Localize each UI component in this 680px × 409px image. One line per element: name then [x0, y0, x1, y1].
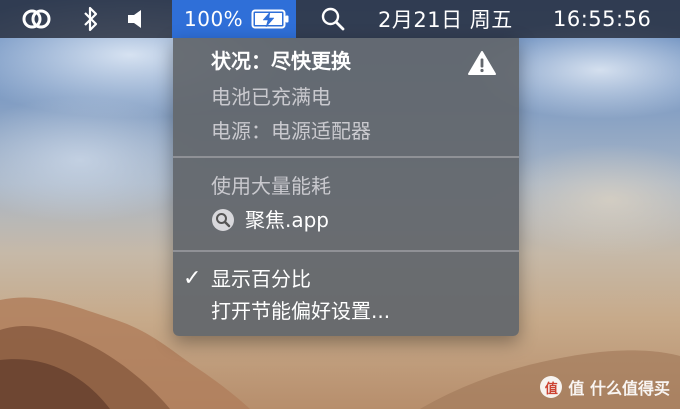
- menu-bar: 100% 2月21日 周五 16:55:56: [0, 0, 680, 38]
- bluetooth-menu[interactable]: [82, 0, 100, 38]
- volume-icon: [126, 8, 146, 30]
- creative-cloud-icon: [20, 7, 54, 31]
- volume-menu[interactable]: [126, 0, 146, 38]
- battery-charging-icon: [251, 8, 291, 30]
- creative-cloud-menu[interactable]: [20, 0, 54, 38]
- battery-menu-button[interactable]: 100%: [172, 0, 296, 38]
- spotlight-app-icon: [211, 208, 235, 236]
- menu-separator: [173, 250, 519, 252]
- show-percentage-item[interactable]: 显示百分比: [211, 266, 311, 292]
- battery-dropdown-menu: 状况：尽快更换 电池已充满电 电源：电源适配器 使用大量能耗 聚焦.app ✓ …: [173, 38, 519, 336]
- spotlight-menu[interactable]: [320, 0, 346, 38]
- menu-separator: [173, 156, 519, 158]
- date-display[interactable]: 2月21日 周五: [378, 0, 513, 38]
- significant-energy-header: 使用大量能耗: [211, 174, 331, 198]
- spotlight-search-icon: [320, 6, 346, 32]
- bluetooth-icon: [82, 6, 100, 32]
- watermark: 值 值 什么值得买: [540, 375, 670, 399]
- warning-icon: [467, 50, 497, 80]
- battery-condition-status: 状况：尽快更换: [211, 49, 351, 73]
- battery-charge-state: 电池已充满电: [211, 85, 331, 109]
- watermark-badge: 值: [540, 376, 563, 398]
- watermark-text: 值 什么值得买: [568, 379, 670, 398]
- checkmark-icon: ✓: [183, 266, 202, 291]
- energy-app-item[interactable]: 聚焦.app: [245, 207, 329, 233]
- power-source: 电源：电源适配器: [211, 119, 371, 143]
- battery-percentage: 100%: [184, 7, 244, 31]
- open-energy-saver-preferences-item[interactable]: 打开节能偏好设置...: [211, 298, 390, 324]
- time-display[interactable]: 16:55:56: [553, 0, 651, 38]
